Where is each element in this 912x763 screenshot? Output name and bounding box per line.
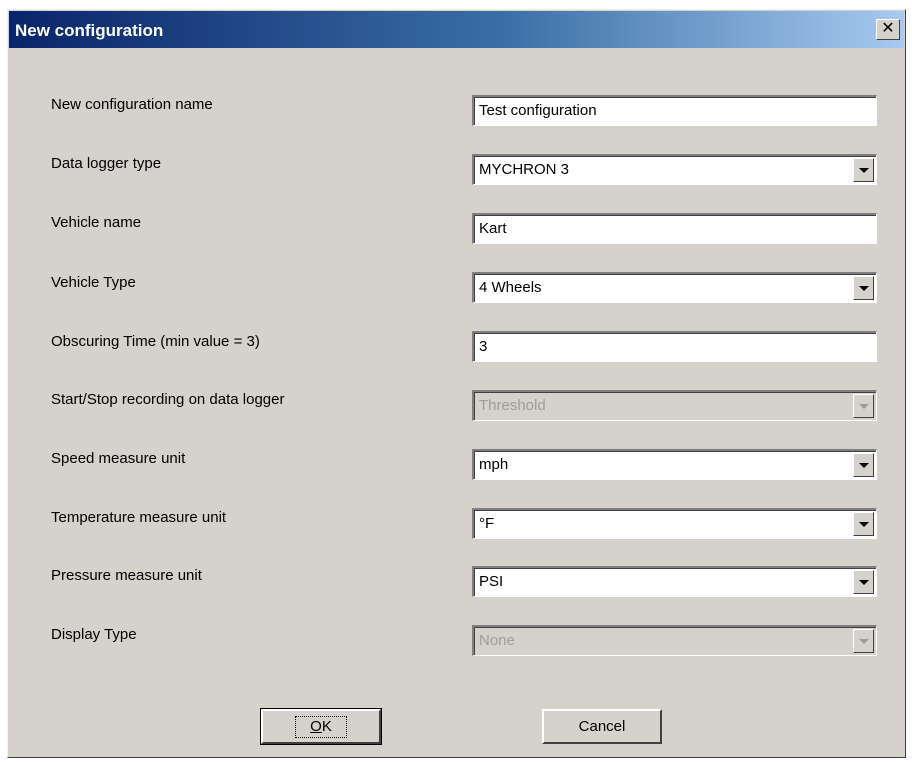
display-type-dropdown-button xyxy=(853,629,874,653)
title-bar[interactable]: New configuration ✕ xyxy=(9,11,904,48)
vehicle-type-label: Vehicle Type xyxy=(51,274,136,291)
speed-measure-unit-value: mph xyxy=(479,456,509,473)
display-type-dropdown: None xyxy=(472,625,877,656)
vehicle-type-dropdown[interactable]: 4 Wheels xyxy=(472,272,877,303)
temperature-measure-unit-dropdown-button[interactable] xyxy=(853,512,874,536)
new-configuration-dialog: New configuration ✕ New configuration na… xyxy=(7,9,906,758)
start-stop-recording-label: Start/Stop recording on data logger xyxy=(51,391,285,408)
ok-button[interactable]: OK xyxy=(260,708,382,745)
data-logger-type-dropdown[interactable]: MYCHRON 3 xyxy=(472,154,877,185)
data-logger-type-value: MYCHRON 3 xyxy=(479,161,570,178)
display-type-value: None xyxy=(479,632,515,649)
cancel-button-label: Cancel xyxy=(578,718,626,735)
vehicle-type-dropdown-button[interactable] xyxy=(853,276,874,300)
chevron-down-icon xyxy=(859,463,869,468)
chevron-down-icon xyxy=(859,286,869,291)
temperature-measure-unit-dropdown[interactable]: °F xyxy=(472,508,877,539)
speed-measure-unit-dropdown[interactable]: mph xyxy=(472,449,877,480)
pressure-measure-unit-dropdown[interactable]: PSI xyxy=(472,566,877,597)
start-stop-recording-value: Threshold xyxy=(479,397,546,414)
pressure-measure-unit-label: Pressure measure unit xyxy=(51,567,202,584)
cancel-button[interactable]: Cancel xyxy=(542,709,662,744)
start-stop-recording-dropdown-button xyxy=(853,394,874,418)
new-configuration-name-input[interactable]: Test configuration xyxy=(472,95,877,126)
temperature-measure-unit-value: °F xyxy=(479,515,495,532)
new-configuration-name-label: New configuration name xyxy=(51,96,213,113)
data-logger-type-label: Data logger type xyxy=(51,155,162,172)
obscuring-time-label: Obscuring Time (min value = 3) xyxy=(51,333,260,350)
start-stop-recording-dropdown: Threshold xyxy=(472,390,877,421)
pressure-measure-unit-dropdown-button[interactable] xyxy=(853,570,874,594)
chevron-down-icon xyxy=(859,580,869,585)
close-icon: ✕ xyxy=(881,20,895,37)
close-button[interactable]: ✕ xyxy=(876,19,900,40)
pressure-measure-unit-value: PSI xyxy=(479,573,504,590)
display-type-label: Display Type xyxy=(51,626,137,643)
ok-button-label: OK xyxy=(295,716,347,738)
vehicle-name-label: Vehicle name xyxy=(51,214,142,231)
vehicle-type-value: 4 Wheels xyxy=(479,279,542,296)
chevron-down-icon xyxy=(859,639,869,644)
data-logger-type-dropdown-button[interactable] xyxy=(853,158,874,182)
vehicle-name-input[interactable]: Kart xyxy=(472,213,877,244)
chevron-down-icon xyxy=(859,168,869,173)
temperature-measure-unit-label: Temperature measure unit xyxy=(51,509,227,526)
vehicle-name-value: Kart xyxy=(479,220,507,237)
chevron-down-icon xyxy=(859,404,869,409)
obscuring-time-input[interactable]: 3 xyxy=(472,331,877,362)
new-configuration-name-value: Test configuration xyxy=(479,102,597,119)
speed-measure-unit-label: Speed measure unit xyxy=(51,450,186,467)
speed-measure-unit-dropdown-button[interactable] xyxy=(853,453,874,477)
chevron-down-icon xyxy=(859,522,869,527)
obscuring-time-value: 3 xyxy=(479,338,488,355)
window-title: New configuration xyxy=(15,21,164,40)
